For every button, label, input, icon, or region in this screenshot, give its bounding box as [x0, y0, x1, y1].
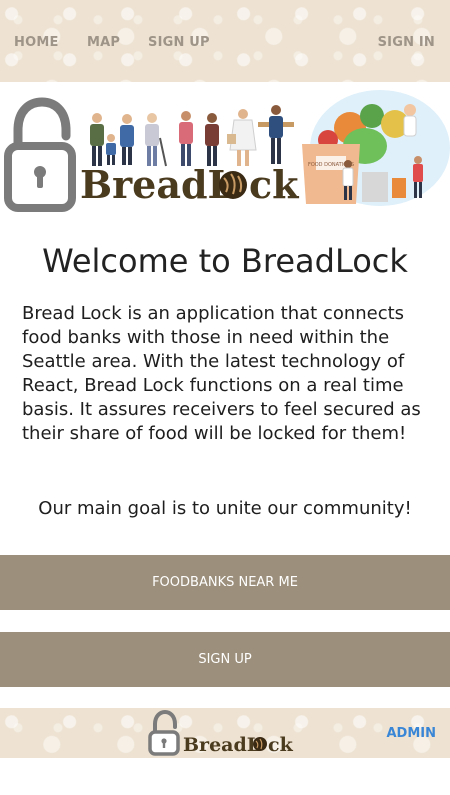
food-donations-illustration: FOOD DONATIONS	[302, 90, 450, 206]
footer-logo-text-right: ck	[268, 734, 294, 756]
nav-home-link[interactable]: HOME	[14, 35, 59, 50]
foodbanks-near-me-button[interactable]: FOODBANKS NEAR ME	[0, 555, 450, 610]
description-paragraph: Bread Lock is an application that connec…	[22, 303, 421, 444]
nav-signin-link[interactable]: SIGN IN	[378, 35, 435, 50]
footer-padlock-icon	[148, 710, 180, 756]
hero-logo-text-right: ck	[249, 162, 299, 207]
hero-logo-text-left: BreadL	[80, 162, 234, 207]
footer-bar: BreadL ck ADMIN	[0, 708, 450, 758]
footer-bread-loaf-icon	[253, 737, 267, 751]
people-queue-illustration	[90, 105, 294, 167]
top-navigation-bar: HOME MAP SIGN UP SIGN IN	[0, 0, 450, 82]
footer-logo: BreadL ck	[148, 710, 294, 756]
footer-logo-text-left: BreadL	[183, 734, 260, 756]
nav-signup-link[interactable]: SIGN UP	[148, 35, 210, 50]
nav-map-link[interactable]: MAP	[87, 35, 120, 50]
goal-statement: Our main goal is to unite our community!	[38, 498, 412, 519]
signup-button[interactable]: SIGN UP	[0, 632, 450, 687]
unlocked-padlock-icon	[4, 97, 76, 212]
admin-link[interactable]: ADMIN	[386, 726, 436, 741]
hero-illustration: FOOD DONATIONS BreadL ck	[4, 90, 450, 212]
breadlock-logo-text: BreadL ck	[80, 162, 299, 207]
page-title: Welcome to BreadLock	[42, 242, 408, 280]
bread-loaf-icon	[219, 171, 247, 199]
hero-banner: FOOD DONATIONS BreadL ck	[0, 88, 450, 218]
